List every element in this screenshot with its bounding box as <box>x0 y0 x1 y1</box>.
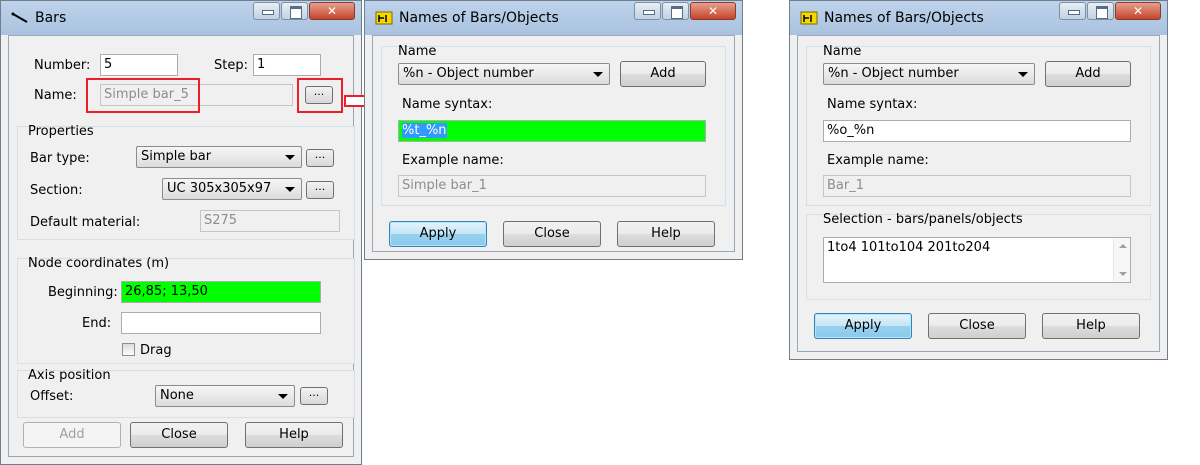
node-coordinates-title: Node coordinates (m) <box>28 256 170 271</box>
names1-group-title: Name <box>398 44 437 59</box>
maximize-button[interactable] <box>1087 2 1114 20</box>
close-icon: ✕ <box>326 4 338 18</box>
names2-add-button[interactable]: Add <box>1045 61 1131 87</box>
material-label: Default material: <box>30 215 141 230</box>
properties-group: Properties Bar type: Simple bar ... Sect… <box>17 124 355 240</box>
axis-position-group: Axis position Offset: None ... <box>17 368 355 418</box>
name-input: Simple bar_5 <box>100 84 293 106</box>
bars-title: Bars <box>35 10 67 26</box>
names2-help-button[interactable]: Help <box>1042 313 1140 339</box>
names2-close-button[interactable]: Close <box>928 313 1026 339</box>
names2-title: Names of Bars/Objects <box>824 10 984 26</box>
offset-label: Offset: <box>30 389 74 404</box>
chevron-down-icon <box>285 155 295 160</box>
section-label: Section: <box>30 183 83 198</box>
chevron-down-icon <box>278 394 288 399</box>
number-input[interactable]: 5 <box>100 54 178 76</box>
bars-dialog: Bars ✕ Number: 5 Step: 1 Name: Simple ba… <box>0 0 362 465</box>
names1-syntax-input[interactable]: %t_%n <box>398 120 706 142</box>
close-window-button[interactable]: ✕ <box>690 2 736 20</box>
names-dialog-1: Names of Bars/Objects ✕ Name %n - Object… <box>364 0 743 260</box>
names1-close-button[interactable]: Close <box>503 221 601 247</box>
chevron-down-icon <box>1018 72 1028 77</box>
names1-title: Names of Bars/Objects <box>399 10 559 26</box>
section-browse-button[interactable]: ... <box>306 181 334 199</box>
scroll-down-icon <box>1119 272 1127 276</box>
axis-position-title: Axis position <box>28 368 111 383</box>
names2-code-select[interactable]: %n - Object number <box>823 63 1035 85</box>
chevron-down-icon <box>285 187 295 192</box>
offset-browse-button[interactable]: ... <box>300 387 328 405</box>
material-input: S275 <box>200 210 340 232</box>
names2-example-input: Bar_1 <box>823 175 1131 197</box>
names1-client-area: Name %n - Object number Add Name syntax:… <box>372 35 735 252</box>
close-icon: ✕ <box>1132 4 1144 18</box>
bar-type-browse-button[interactable]: ... <box>306 149 334 167</box>
properties-title: Properties <box>28 124 94 139</box>
close-window-button[interactable]: ✕ <box>1115 2 1161 20</box>
names2-example-label: Example name: <box>827 153 929 168</box>
names-dialog-2: Names of Bars/Objects ✕ Name %n - Object… <box>789 0 1168 360</box>
beginning-label: Beginning: <box>48 285 118 300</box>
chevron-down-icon <box>593 72 603 77</box>
minimize-button[interactable] <box>1059 2 1086 20</box>
name-browse-button[interactable]: ... <box>305 86 333 104</box>
minimize-button[interactable] <box>634 2 661 20</box>
close-window-button[interactable]: ✕ <box>309 2 355 20</box>
offset-select[interactable]: None <box>155 385 295 407</box>
drag-checkbox[interactable] <box>122 343 135 356</box>
names1-syntax-label: Name syntax: <box>402 97 493 112</box>
section-select[interactable]: UC 305x305x97 <box>162 178 302 200</box>
bar-type-select[interactable]: Simple bar <box>136 146 302 168</box>
selection-input[interactable]: 1to4 101to104 201to204 <box>823 237 1131 283</box>
close-button[interactable]: Close <box>130 422 228 448</box>
names1-add-button[interactable]: Add <box>620 61 706 87</box>
names1-help-button[interactable]: Help <box>617 221 715 247</box>
node-coordinates-group: Node coordinates (m) Beginning: 26,85; 1… <box>17 256 355 364</box>
names1-title-bar[interactable]: Names of Bars/Objects ✕ <box>365 1 742 35</box>
names1-example-input: Simple bar_1 <box>398 175 706 197</box>
selection-scrollbar[interactable] <box>1113 238 1130 282</box>
names2-group-title: Name <box>823 44 862 59</box>
names-app-icon <box>375 11 393 25</box>
bars-client-area: Number: 5 Step: 1 Name: Simple bar_5 ...… <box>8 35 355 457</box>
names-app-icon <box>800 11 818 25</box>
end-input[interactable] <box>121 312 321 334</box>
bar-type-label: Bar type: <box>30 151 90 166</box>
scroll-up-icon <box>1119 244 1127 248</box>
name-label: Name: <box>34 88 77 103</box>
names2-apply-button[interactable]: Apply <box>814 313 912 339</box>
step-input[interactable]: 1 <box>253 54 321 76</box>
minimize-button[interactable] <box>253 2 280 20</box>
maximize-button[interactable] <box>281 2 308 20</box>
names2-syntax-label: Name syntax: <box>827 97 918 112</box>
help-button[interactable]: Help <box>245 422 343 448</box>
names2-syntax-input[interactable]: %o_%n <box>823 120 1131 142</box>
selection-group: Selection - bars/panels/objects 1to4 101… <box>806 212 1151 300</box>
names1-example-label: Example name: <box>402 153 504 168</box>
add-button[interactable]: Add <box>23 422 121 448</box>
beginning-input[interactable]: 26,85; 13,50 <box>121 281 321 303</box>
names2-title-bar[interactable]: Names of Bars/Objects ✕ <box>790 1 1167 35</box>
names2-name-group: Name %n - Object number Add Name syntax:… <box>806 44 1151 206</box>
names2-client-area: Name %n - Object number Add Name syntax:… <box>797 35 1160 352</box>
number-label: Number: <box>34 58 91 73</box>
selection-title: Selection - bars/panels/objects <box>823 212 1023 227</box>
names1-name-group: Name %n - Object number Add Name syntax:… <box>381 44 726 206</box>
drag-label: Drag <box>140 343 172 358</box>
close-icon: ✕ <box>707 4 719 18</box>
names1-code-select[interactable]: %n - Object number <box>398 63 610 85</box>
names1-apply-button[interactable]: Apply <box>389 221 487 247</box>
end-label: End: <box>82 316 112 331</box>
bars-title-bar[interactable]: Bars ✕ <box>1 1 361 35</box>
step-label: Step: <box>214 58 248 73</box>
bar-icon <box>11 12 28 23</box>
maximize-button[interactable] <box>662 2 689 20</box>
